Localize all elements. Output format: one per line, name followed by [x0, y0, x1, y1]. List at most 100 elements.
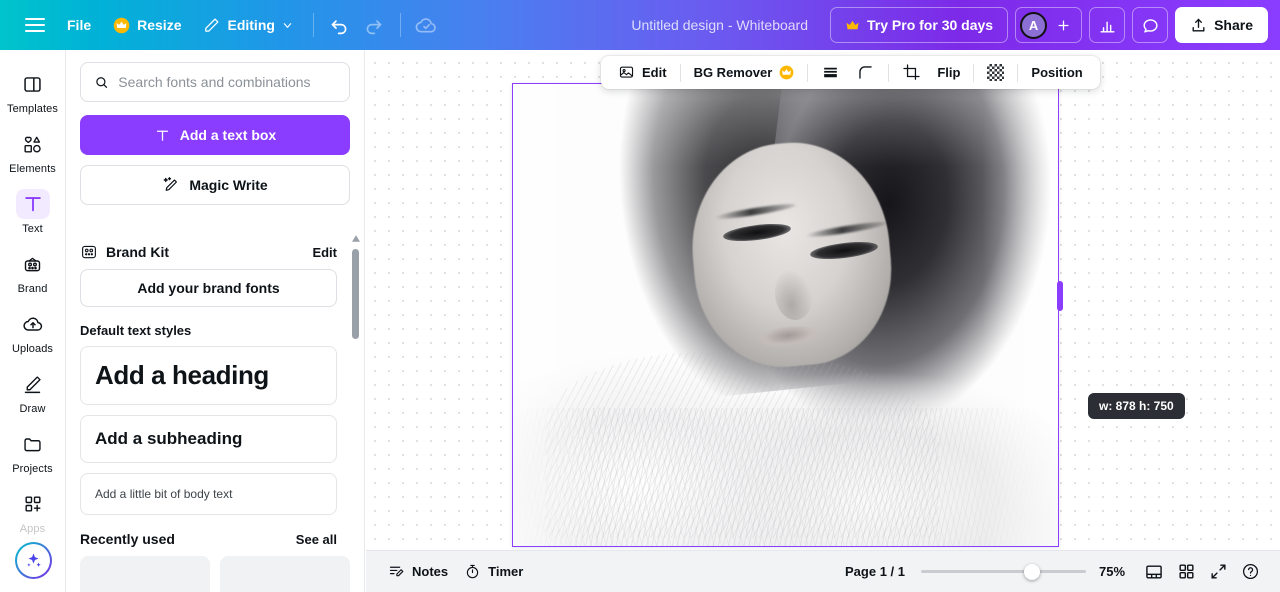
canvas-area[interactable]: w: 878 h: 750 [366, 50, 1280, 550]
adjust-button[interactable] [813, 59, 848, 86]
transparency-checker-icon [987, 64, 1005, 81]
scroll-up-arrow[interactable] [352, 235, 360, 242]
sidebar-item-draw[interactable]: Draw [5, 362, 61, 422]
sidebar-item-projects[interactable]: Projects [5, 422, 61, 482]
document-title[interactable]: Untitled design - Whiteboard [621, 12, 818, 38]
share-upload-icon [1192, 18, 1205, 31]
flip-button[interactable]: Flip [929, 59, 968, 86]
page-indicator: Page 1 / 1 [845, 564, 905, 579]
saved-status-button[interactable] [410, 8, 444, 42]
sidebar-label-draw: Draw [19, 403, 46, 415]
position-label: Position [1031, 65, 1083, 80]
sidebar-item-elements[interactable]: Elements [5, 122, 61, 182]
draw-icon [16, 369, 50, 399]
corner-radius-button[interactable] [848, 59, 883, 86]
panel-scroll-region: Brand Kit Edit Add your brand fonts Defa… [66, 235, 364, 592]
try-pro-button[interactable]: Try Pro for 30 days [830, 7, 1009, 43]
help-button[interactable] [1234, 557, 1266, 587]
style-subheading-label: Add a subheading [95, 429, 243, 448]
object-toolbar: Edit BG Remover Flip Position [601, 56, 1100, 89]
default-text-styles-label: Default text styles [80, 323, 192, 338]
toolbar-divider [888, 63, 890, 82]
transparency-button[interactable] [979, 59, 1012, 86]
zoom-slider-track [921, 570, 1086, 573]
add-text-box-label: Add a text box [179, 127, 277, 143]
style-card-heading[interactable]: Add a heading [80, 346, 337, 405]
collaborators-group: A [1015, 7, 1083, 43]
timer-button[interactable]: Timer [456, 557, 531, 587]
design-page[interactable] [512, 83, 1059, 547]
editing-label: Editing [227, 17, 275, 33]
recently-used-carousel: GAME ON FREE DELIVERY [80, 556, 350, 592]
comments-button[interactable] [1132, 7, 1169, 43]
grid-view-button[interactable] [1170, 557, 1202, 587]
sidebar-item-templates[interactable]: Templates [5, 62, 61, 122]
redo-button[interactable] [357, 8, 391, 42]
editing-mode-button[interactable]: Editing [192, 9, 303, 41]
share-button[interactable]: Share [1175, 7, 1268, 43]
transparency-bars-icon [824, 67, 838, 78]
sidebar-label-brand: Brand [17, 283, 48, 295]
main-menu-button[interactable] [14, 9, 56, 41]
resize-button[interactable]: Resize [102, 9, 192, 41]
position-button[interactable]: Position [1023, 59, 1090, 86]
list-item[interactable]: GAME ON [80, 556, 210, 592]
top-bar: File Resize Editing Untitled design - Wh… [0, 0, 1280, 50]
style-card-subheading[interactable]: Add a subheading [80, 415, 337, 463]
panel-scrollbar[interactable] [352, 235, 360, 592]
search-input[interactable] [118, 74, 336, 90]
brand-kit-edit-link[interactable]: Edit [312, 245, 337, 260]
pencil-icon [205, 17, 219, 32]
see-all-link[interactable]: See all [296, 532, 337, 547]
add-brand-fonts-button[interactable]: Add your brand fonts [80, 269, 337, 307]
insights-button[interactable] [1089, 7, 1126, 43]
undo-button[interactable] [323, 8, 357, 42]
fullscreen-button[interactable] [1202, 557, 1234, 587]
zoom-slider-thumb[interactable] [1024, 563, 1040, 580]
sidebar-label-elements: Elements [9, 163, 56, 175]
style-card-body[interactable]: Add a little bit of body text [80, 473, 337, 515]
flip-label: Flip [937, 65, 961, 80]
crown-icon [779, 65, 794, 80]
sidebar-item-brand[interactable]: Brand [5, 242, 61, 302]
sidebar-item-text[interactable]: Text [5, 182, 61, 242]
triangle-up-icon [352, 235, 360, 242]
magic-write-label: Magic Write [189, 177, 268, 193]
portrait-photo[interactable] [512, 83, 1059, 547]
style-heading-label: Add a heading [95, 360, 269, 390]
magic-studio-button[interactable] [15, 542, 52, 579]
panel-scroll-content: Brand Kit Edit Add your brand fonts Defa… [66, 235, 351, 592]
templates-icon [16, 69, 50, 99]
canva-editor: File Resize Editing Untitled design - Wh… [0, 0, 1280, 592]
toolbar-divider [1017, 63, 1019, 82]
text-icon [156, 130, 168, 141]
zoom-level[interactable]: 75% [1086, 564, 1138, 579]
page-view-button[interactable] [1138, 557, 1170, 587]
zoom-slider[interactable] [921, 563, 1086, 581]
magic-write-button[interactable]: Magic Write [80, 165, 350, 205]
bg-remover-button[interactable]: BG Remover [686, 59, 803, 86]
style-body-label: Add a little bit of body text [95, 487, 233, 501]
grid-view-icon [1178, 564, 1194, 579]
crown-icon [846, 20, 859, 29]
avatar[interactable]: A [1020, 11, 1048, 39]
file-menu-button[interactable]: File [56, 9, 102, 41]
help-icon [1242, 563, 1258, 580]
toolbar-divider [973, 63, 975, 82]
resize-handle-right[interactable] [1057, 281, 1063, 311]
toolbar-divider [679, 63, 681, 82]
image-edit-button[interactable]: Edit [610, 59, 675, 86]
search-icon [96, 76, 108, 88]
sidebar-item-apps[interactable]: Apps [5, 482, 61, 542]
top-bar-center: Untitled design - Whiteboard [444, 12, 818, 38]
add-text-box-button[interactable]: Add a text box [80, 115, 350, 155]
scrollbar-thumb[interactable] [352, 249, 359, 339]
sidebar-item-uploads[interactable]: Uploads [5, 302, 61, 362]
photo-vignette [512, 83, 1059, 547]
timer-label: Timer [488, 564, 524, 579]
crop-button[interactable] [894, 59, 929, 86]
list-item[interactable]: FREE DELIVERY [220, 556, 350, 592]
add-collaborator-button[interactable] [1049, 11, 1077, 39]
notes-button[interactable]: Notes [380, 557, 456, 587]
font-search-box[interactable] [80, 62, 350, 102]
